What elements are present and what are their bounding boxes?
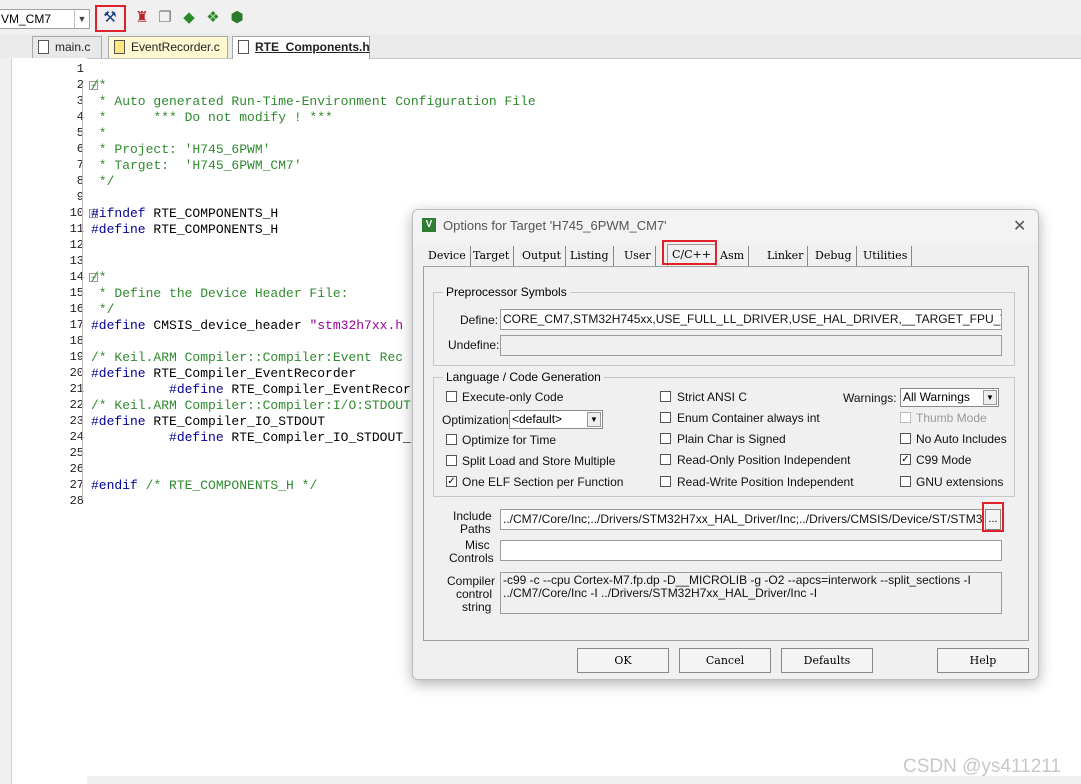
code-line: * Project: 'H745_6PWM' xyxy=(91,142,271,157)
warnings-select[interactable]: All Warnings ▼ xyxy=(900,388,999,407)
undefine-field[interactable] xyxy=(500,335,1002,356)
chevron-down-icon[interactable]: ▼ xyxy=(587,412,601,427)
tab-listing[interactable]: Listing xyxy=(566,246,614,266)
optimization-label: Optimization: xyxy=(442,413,513,427)
c99-mode-checkbox[interactable]: ✓ xyxy=(900,454,911,465)
compiler-label: Compiler xyxy=(447,574,496,588)
help-button[interactable]: Help xyxy=(937,648,1029,673)
code-line: * *** Do not modify ! *** xyxy=(91,110,333,125)
thumb-mode-checkbox[interactable] xyxy=(900,412,911,423)
code-line: /* Keil.ARM Compiler::Compiler:Event Rec xyxy=(91,350,404,365)
execute-only-label: Execute-only Code xyxy=(462,390,564,404)
strict-ansi-label: Strict ANSI C xyxy=(677,390,748,404)
undefine-label: Undefine: xyxy=(448,338,500,352)
dialog-title: Options for Target 'H745_6PWM_CM7' xyxy=(443,218,667,233)
enum-container-checkbox[interactable] xyxy=(660,412,671,423)
code-line: #define RTE_Compiler_EventRecorder xyxy=(91,366,357,381)
one-elf-checkbox[interactable]: ✓ xyxy=(446,476,457,487)
string-label: string xyxy=(462,600,492,614)
include-paths-field[interactable]: ../CM7/Core/Inc;../Drivers/STM32H7xx_HAL… xyxy=(500,509,983,530)
c-cpp-tab-highlight xyxy=(662,240,717,265)
misc-label: Misc xyxy=(465,538,490,552)
dialog-titlebar: V Options for Target 'H745_6PWM_CM7' ✕ xyxy=(413,210,1038,242)
strict-ansi-checkbox[interactable] xyxy=(660,391,671,402)
code-line: #define RTE_Compiler_IO_STDOUT_ xyxy=(91,430,411,445)
defaults-button[interactable]: Defaults xyxy=(781,648,873,673)
optimize-time-label: Optimize for Time xyxy=(462,433,557,447)
controls-label: Controls xyxy=(449,551,494,565)
ro-pi-checkbox[interactable] xyxy=(660,454,671,465)
misc-controls-field[interactable] xyxy=(500,540,1002,561)
optimization-select-value: <default> xyxy=(512,412,563,426)
cancel-button[interactable]: Cancel xyxy=(679,648,771,673)
code-line: /* xyxy=(91,270,107,285)
split-load-label: Split Load and Store Multiple xyxy=(462,454,616,468)
execute-only-checkbox[interactable] xyxy=(446,391,457,402)
optimization-select[interactable]: <default> ▼ xyxy=(509,410,603,429)
tab-user[interactable]: User xyxy=(620,246,656,266)
code-line: */ xyxy=(91,174,115,189)
chevron-down-icon[interactable]: ▼ xyxy=(983,390,997,405)
code-line: #endif /* RTE_COMPONENTS_H */ xyxy=(91,478,318,493)
no-auto-includes-checkbox[interactable] xyxy=(900,433,911,444)
tab-utilities[interactable]: Utilities xyxy=(859,246,913,266)
browse-button-highlight xyxy=(982,502,1004,532)
keil-icon: V xyxy=(422,218,436,232)
options-dialog: V Options for Target 'H745_6PWM_CM7' ✕ D… xyxy=(412,209,1039,680)
code-line: * Define the Device Header File: xyxy=(91,286,349,301)
ok-button[interactable]: OK xyxy=(577,648,669,673)
define-field[interactable]: CORE_CM7,STM32H745xx,USE_FULL_LL_DRIVER,… xyxy=(500,309,1002,330)
watermark: CSDN @ys411211 xyxy=(903,756,1061,777)
code-line: */ xyxy=(91,302,115,317)
split-load-checkbox[interactable] xyxy=(446,455,457,466)
tab-output[interactable]: Output xyxy=(518,246,567,266)
gnu-extensions-checkbox[interactable] xyxy=(900,476,911,487)
optimize-time-checkbox[interactable] xyxy=(446,434,457,445)
plain-char-checkbox[interactable] xyxy=(660,433,671,444)
code-line: #define RTE_COMPONENTS_H xyxy=(91,222,279,237)
tab-debug[interactable]: Debug xyxy=(811,246,857,266)
code-line: * Auto generated Run-Time-Environment Co… xyxy=(91,94,536,109)
control-label: control xyxy=(456,587,493,601)
code-line: * Target: 'H745_6PWM_CM7' xyxy=(91,158,302,173)
code-line: /* Keil.ARM Compiler::Compiler:I/O:STDOU… xyxy=(91,398,411,413)
tab-asm[interactable]: Asm xyxy=(716,246,750,266)
code-line: #define RTE_Compiler_IO_STDOUT xyxy=(91,414,326,429)
gnu-extensions-label: GNU extensions xyxy=(916,475,1004,489)
code-line: /* xyxy=(91,78,107,93)
ro-pi-label: Read-Only Position Independent xyxy=(677,453,851,467)
compiler-control-string: -c99 -c --cpu Cortex-M7.fp.dp -D__MICROL… xyxy=(500,572,1002,614)
code-line: #ifndef RTE_COMPONENTS_H xyxy=(91,206,279,221)
close-icon[interactable]: ✕ xyxy=(1013,216,1026,236)
include-label: Include xyxy=(453,509,492,523)
language-group-label: Language / Code Generation xyxy=(443,370,604,384)
warnings-label: Warnings: xyxy=(843,391,897,405)
rw-pi-checkbox[interactable] xyxy=(660,476,671,487)
paths-label: Paths xyxy=(460,522,491,536)
enum-container-label: Enum Container always int xyxy=(677,411,820,425)
preprocessor-group-label: Preprocessor Symbols xyxy=(443,285,570,299)
tab-device[interactable]: Device xyxy=(424,246,471,266)
code-line: #define RTE_Compiler_EventRecor xyxy=(91,382,411,397)
plain-char-label: Plain Char is Signed xyxy=(677,432,786,446)
code-line: #define CMSIS_device_header "stm32h7xx.h xyxy=(91,318,404,333)
c99-mode-label: C99 Mode xyxy=(916,453,972,467)
code-line: * xyxy=(91,126,107,141)
compiler-line-2: ../CM7/Core/Inc -I ../Drivers/STM32H7xx_… xyxy=(503,586,818,600)
tab-linker[interactable]: Linker xyxy=(763,246,809,266)
define-label: Define: xyxy=(460,313,499,327)
warnings-select-value: All Warnings xyxy=(903,390,970,404)
thumb-mode-label: Thumb Mode xyxy=(916,411,987,425)
rw-pi-label: Read-Write Position Independent xyxy=(677,475,854,489)
one-elf-label: One ELF Section per Function xyxy=(462,475,624,489)
no-auto-includes-label: No Auto Includes xyxy=(916,432,1007,446)
tab-target[interactable]: Target xyxy=(469,246,515,266)
